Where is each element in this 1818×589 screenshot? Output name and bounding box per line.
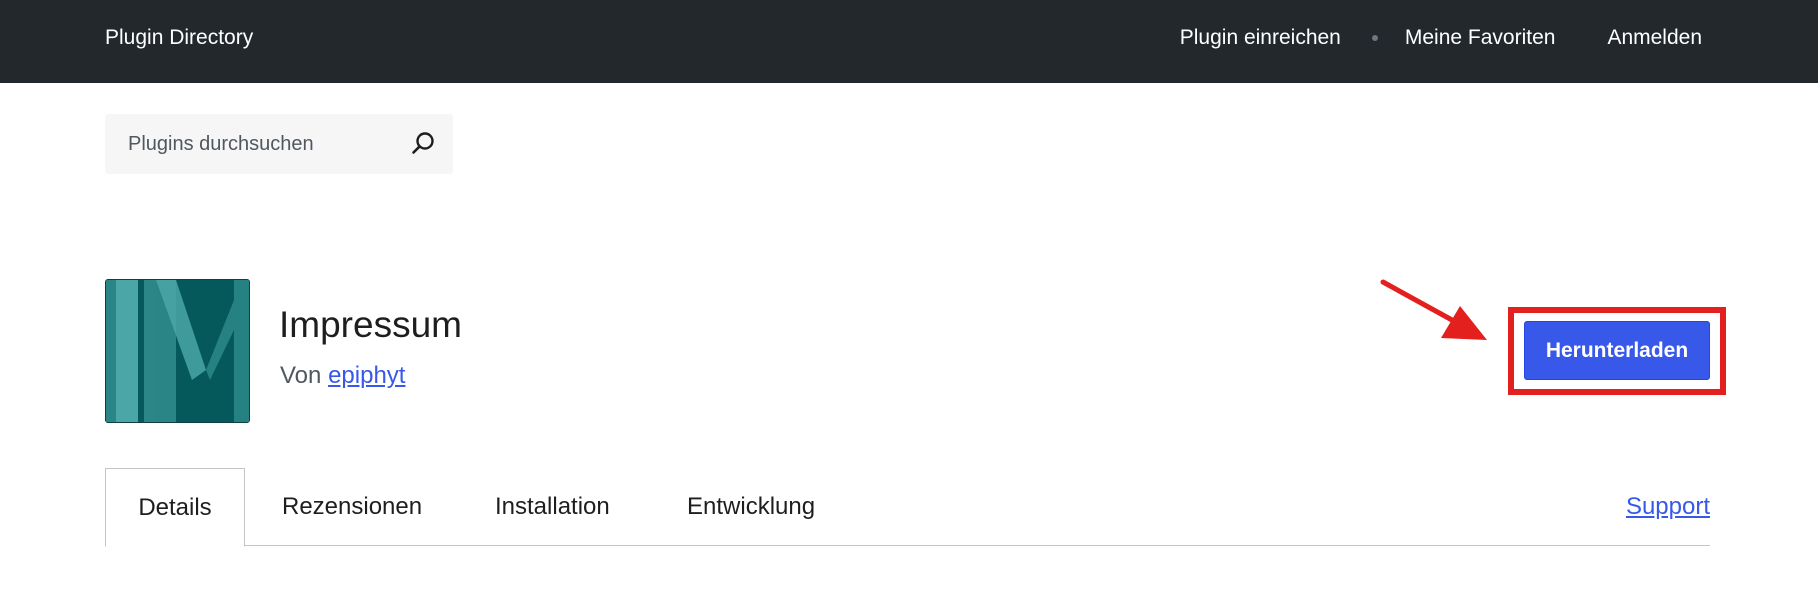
byline-prefix: Von <box>280 362 322 389</box>
my-favorites-link[interactable]: Meine Favoriten <box>1405 26 1556 50</box>
submit-plugin-link[interactable]: Plugin einreichen <box>1180 26 1341 50</box>
top-nav: Plugin einreichen Meine Favoriten Anmeld… <box>1180 26 1702 50</box>
plugin-byline: Von epiphyt <box>280 362 405 390</box>
plugin-directory-link[interactable]: Plugin Directory <box>105 26 253 50</box>
plugin-tabs: Details Rezensionen Installation Entwick… <box>105 468 1710 547</box>
search-input[interactable] <box>105 114 395 174</box>
tab-reviews[interactable]: Rezensionen <box>282 468 422 546</box>
tab-details[interactable]: Details <box>105 468 245 547</box>
download-button[interactable]: Herunterladen <box>1524 321 1710 380</box>
red-arrow-annotation <box>1380 279 1487 340</box>
tab-development[interactable]: Entwicklung <box>687 468 815 546</box>
search-icon[interactable] <box>407 128 439 160</box>
search-box <box>105 114 453 174</box>
plugin-logo <box>105 279 250 423</box>
author-link[interactable]: epiphyt <box>328 362 405 389</box>
support-link[interactable]: Support <box>1626 468 1710 546</box>
tab-installation[interactable]: Installation <box>495 468 610 546</box>
top-bar: Plugin Directory Plugin einreichen Meine… <box>0 0 1818 83</box>
nav-separator-dot <box>1371 35 1378 41</box>
login-link[interactable]: Anmelden <box>1607 26 1702 50</box>
plugin-title: Impressum <box>279 304 462 345</box>
